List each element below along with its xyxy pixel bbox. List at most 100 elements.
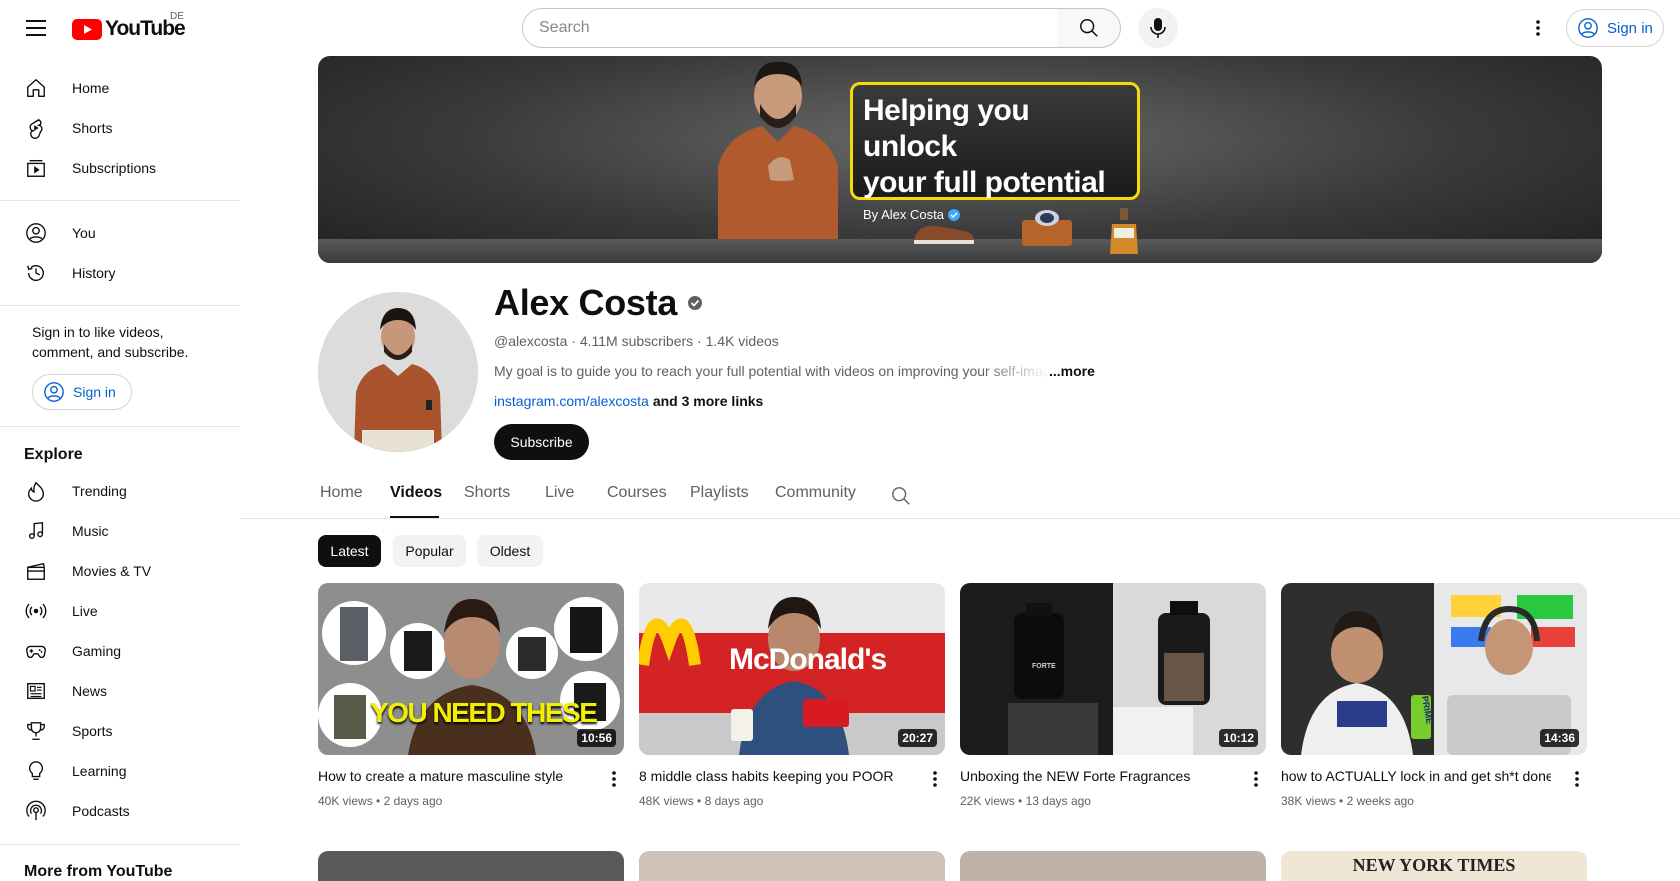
more-links[interactable]: and 3 more links — [653, 393, 763, 409]
video-menu-icon[interactable] — [604, 769, 624, 789]
microphone-icon — [1150, 18, 1166, 38]
account-circle-icon — [44, 382, 64, 402]
sidebar-divider — [0, 844, 240, 845]
video-card[interactable]: PRIME 14:36 how to ACTUALLY lock in and … — [1281, 583, 1587, 808]
video-thumbnail-partial[interactable] — [318, 851, 624, 881]
video-title[interactable]: 8 middle class habits keeping you POOR — [639, 768, 909, 784]
meta-dot: • — [376, 794, 384, 808]
sidebar-item-label: Music — [72, 523, 109, 539]
sidebar-item-label: Podcasts — [72, 803, 130, 819]
video-thumbnail-partial[interactable] — [639, 851, 945, 881]
tab-playlists[interactable]: Playlists — [690, 484, 749, 516]
sidebar-item-history[interactable]: History — [12, 253, 228, 293]
account-circle-icon — [1578, 18, 1598, 38]
video-duration: 20:27 — [898, 729, 937, 747]
banner-fragrance-image — [1110, 208, 1138, 254]
thumbnail-overlay-text: FORTE — [1032, 663, 1056, 670]
sidebar-divider — [0, 305, 240, 306]
subscribe-button[interactable]: Subscribe — [494, 424, 589, 460]
music-icon — [24, 519, 48, 543]
top-bar: YouTube DE Sign in — [0, 0, 1680, 56]
video-card[interactable]: McDonald's 20:27 8 middle class habits k… — [639, 583, 945, 808]
sidebar-item-news[interactable]: News — [12, 671, 228, 711]
thumbnail-overlay-text: NEW YORK TIMES — [1352, 855, 1516, 875]
channel-avatar[interactable] — [318, 292, 478, 452]
meta-dot: • — [1339, 794, 1347, 808]
tab-courses[interactable]: Courses — [607, 484, 667, 516]
video-duration: 10:12 — [1219, 729, 1258, 747]
video-card[interactable]: FORTE 10:12 Unboxing the NEW Forte Fragr… — [960, 583, 1266, 808]
sidebar-item-podcasts[interactable]: Podcasts — [12, 791, 228, 831]
video-duration: 10:56 — [577, 729, 616, 747]
tab-live[interactable]: Live — [545, 484, 574, 516]
movies-icon — [24, 559, 48, 583]
video-thumbnail-partial[interactable] — [960, 851, 1266, 881]
sidebar-item-label: Home — [72, 80, 110, 96]
chip-oldest[interactable]: Oldest — [477, 535, 543, 567]
voice-search-button[interactable] — [1138, 8, 1178, 48]
sidebar-item-trending[interactable]: Trending — [12, 471, 228, 511]
meta-dot: • — [1018, 794, 1026, 808]
instagram-link[interactable]: instagram.com/alexcosta — [494, 393, 649, 409]
sidebar-divider — [0, 200, 240, 201]
video-duration: 14:36 — [1540, 729, 1579, 747]
channel-name: Alex Costa — [494, 282, 703, 324]
banner-headline-card: Helping you unlock your full potential B… — [850, 82, 1140, 222]
sidebar-item-music[interactable]: Music — [12, 511, 228, 551]
chip-popular[interactable]: Popular — [393, 535, 466, 567]
video-thumbnail[interactable]: FORTE 10:12 — [960, 583, 1266, 755]
video-menu-icon[interactable] — [1567, 769, 1587, 789]
sidebar-item-movies[interactable]: Movies & TV — [12, 551, 228, 591]
sidebar-item-sports[interactable]: Sports — [12, 711, 228, 751]
video-menu-icon[interactable] — [925, 769, 945, 789]
avatar-image — [318, 292, 478, 452]
sidebar: Home Shorts Subscriptions You History Si… — [0, 56, 240, 880]
trending-icon — [24, 479, 48, 503]
sidebar-item-label: Movies & TV — [72, 563, 152, 579]
video-menu-icon[interactable] — [1246, 769, 1266, 789]
meta-separator: · — [697, 333, 706, 349]
channel-description[interactable]: My goal is to guide you to reach your fu… — [494, 363, 1095, 379]
video-card[interactable]: YOU NEED THESE 10:56 How to create a mat… — [318, 583, 624, 808]
video-thumbnail[interactable]: McDonald's 20:27 — [639, 583, 945, 755]
sidebar-item-learning[interactable]: Learning — [12, 751, 228, 791]
description-more-link[interactable]: ...more — [1049, 363, 1095, 379]
sports-icon — [24, 719, 48, 743]
sidebar-item-you[interactable]: You — [12, 213, 228, 253]
video-title[interactable]: Unboxing the NEW Forte Fragrances — [960, 768, 1230, 784]
banner-person-image — [718, 61, 838, 263]
tab-videos[interactable]: Videos — [390, 484, 442, 516]
sidebar-sign-in-button[interactable]: Sign in — [32, 374, 132, 410]
sidebar-item-live[interactable]: Live — [12, 591, 228, 631]
video-thumbnail-partial[interactable]: NEW YORK TIMES — [1281, 851, 1587, 881]
channel-banner: Helping you unlock your full potential B… — [318, 56, 1602, 263]
sidebar-item-label: Sports — [72, 723, 113, 739]
sidebar-item-shorts[interactable]: Shorts — [12, 108, 228, 148]
more-vert-icon — [1536, 20, 1540, 36]
tab-community[interactable]: Community — [775, 484, 856, 516]
video-views: 38K views — [1281, 794, 1336, 808]
youtube-logo[interactable]: YouTube DE — [72, 11, 186, 41]
account-icon — [24, 221, 48, 245]
video-thumbnail[interactable]: YOU NEED THESE 10:56 — [318, 583, 624, 755]
search-button[interactable] — [1057, 8, 1121, 48]
explore-heading: Explore — [24, 446, 83, 463]
sidebar-item-home[interactable]: Home — [12, 68, 228, 108]
menu-icon[interactable] — [20, 12, 52, 44]
video-title[interactable]: How to create a mature masculine style — [318, 768, 588, 784]
settings-menu-button[interactable] — [1522, 12, 1554, 44]
sidebar-item-gaming[interactable]: Gaming — [12, 631, 228, 671]
channel-search-icon[interactable] — [890, 485, 912, 507]
video-thumbnail[interactable]: PRIME 14:36 — [1281, 583, 1587, 755]
chip-latest[interactable]: Latest — [318, 535, 381, 567]
search-input[interactable] — [539, 19, 1057, 37]
search-box[interactable] — [522, 8, 1058, 48]
channel-name-text: Alex Costa — [494, 282, 678, 323]
sign-in-button[interactable]: Sign in — [1566, 9, 1664, 47]
tab-shorts[interactable]: Shorts — [464, 484, 510, 516]
learning-icon — [24, 759, 48, 783]
video-title[interactable]: how to ACTUALLY lock in and get sh*t don… — [1281, 768, 1551, 784]
tab-home[interactable]: Home — [320, 484, 363, 516]
sidebar-item-subscriptions[interactable]: Subscriptions — [12, 148, 228, 188]
verified-check-icon — [688, 296, 703, 310]
